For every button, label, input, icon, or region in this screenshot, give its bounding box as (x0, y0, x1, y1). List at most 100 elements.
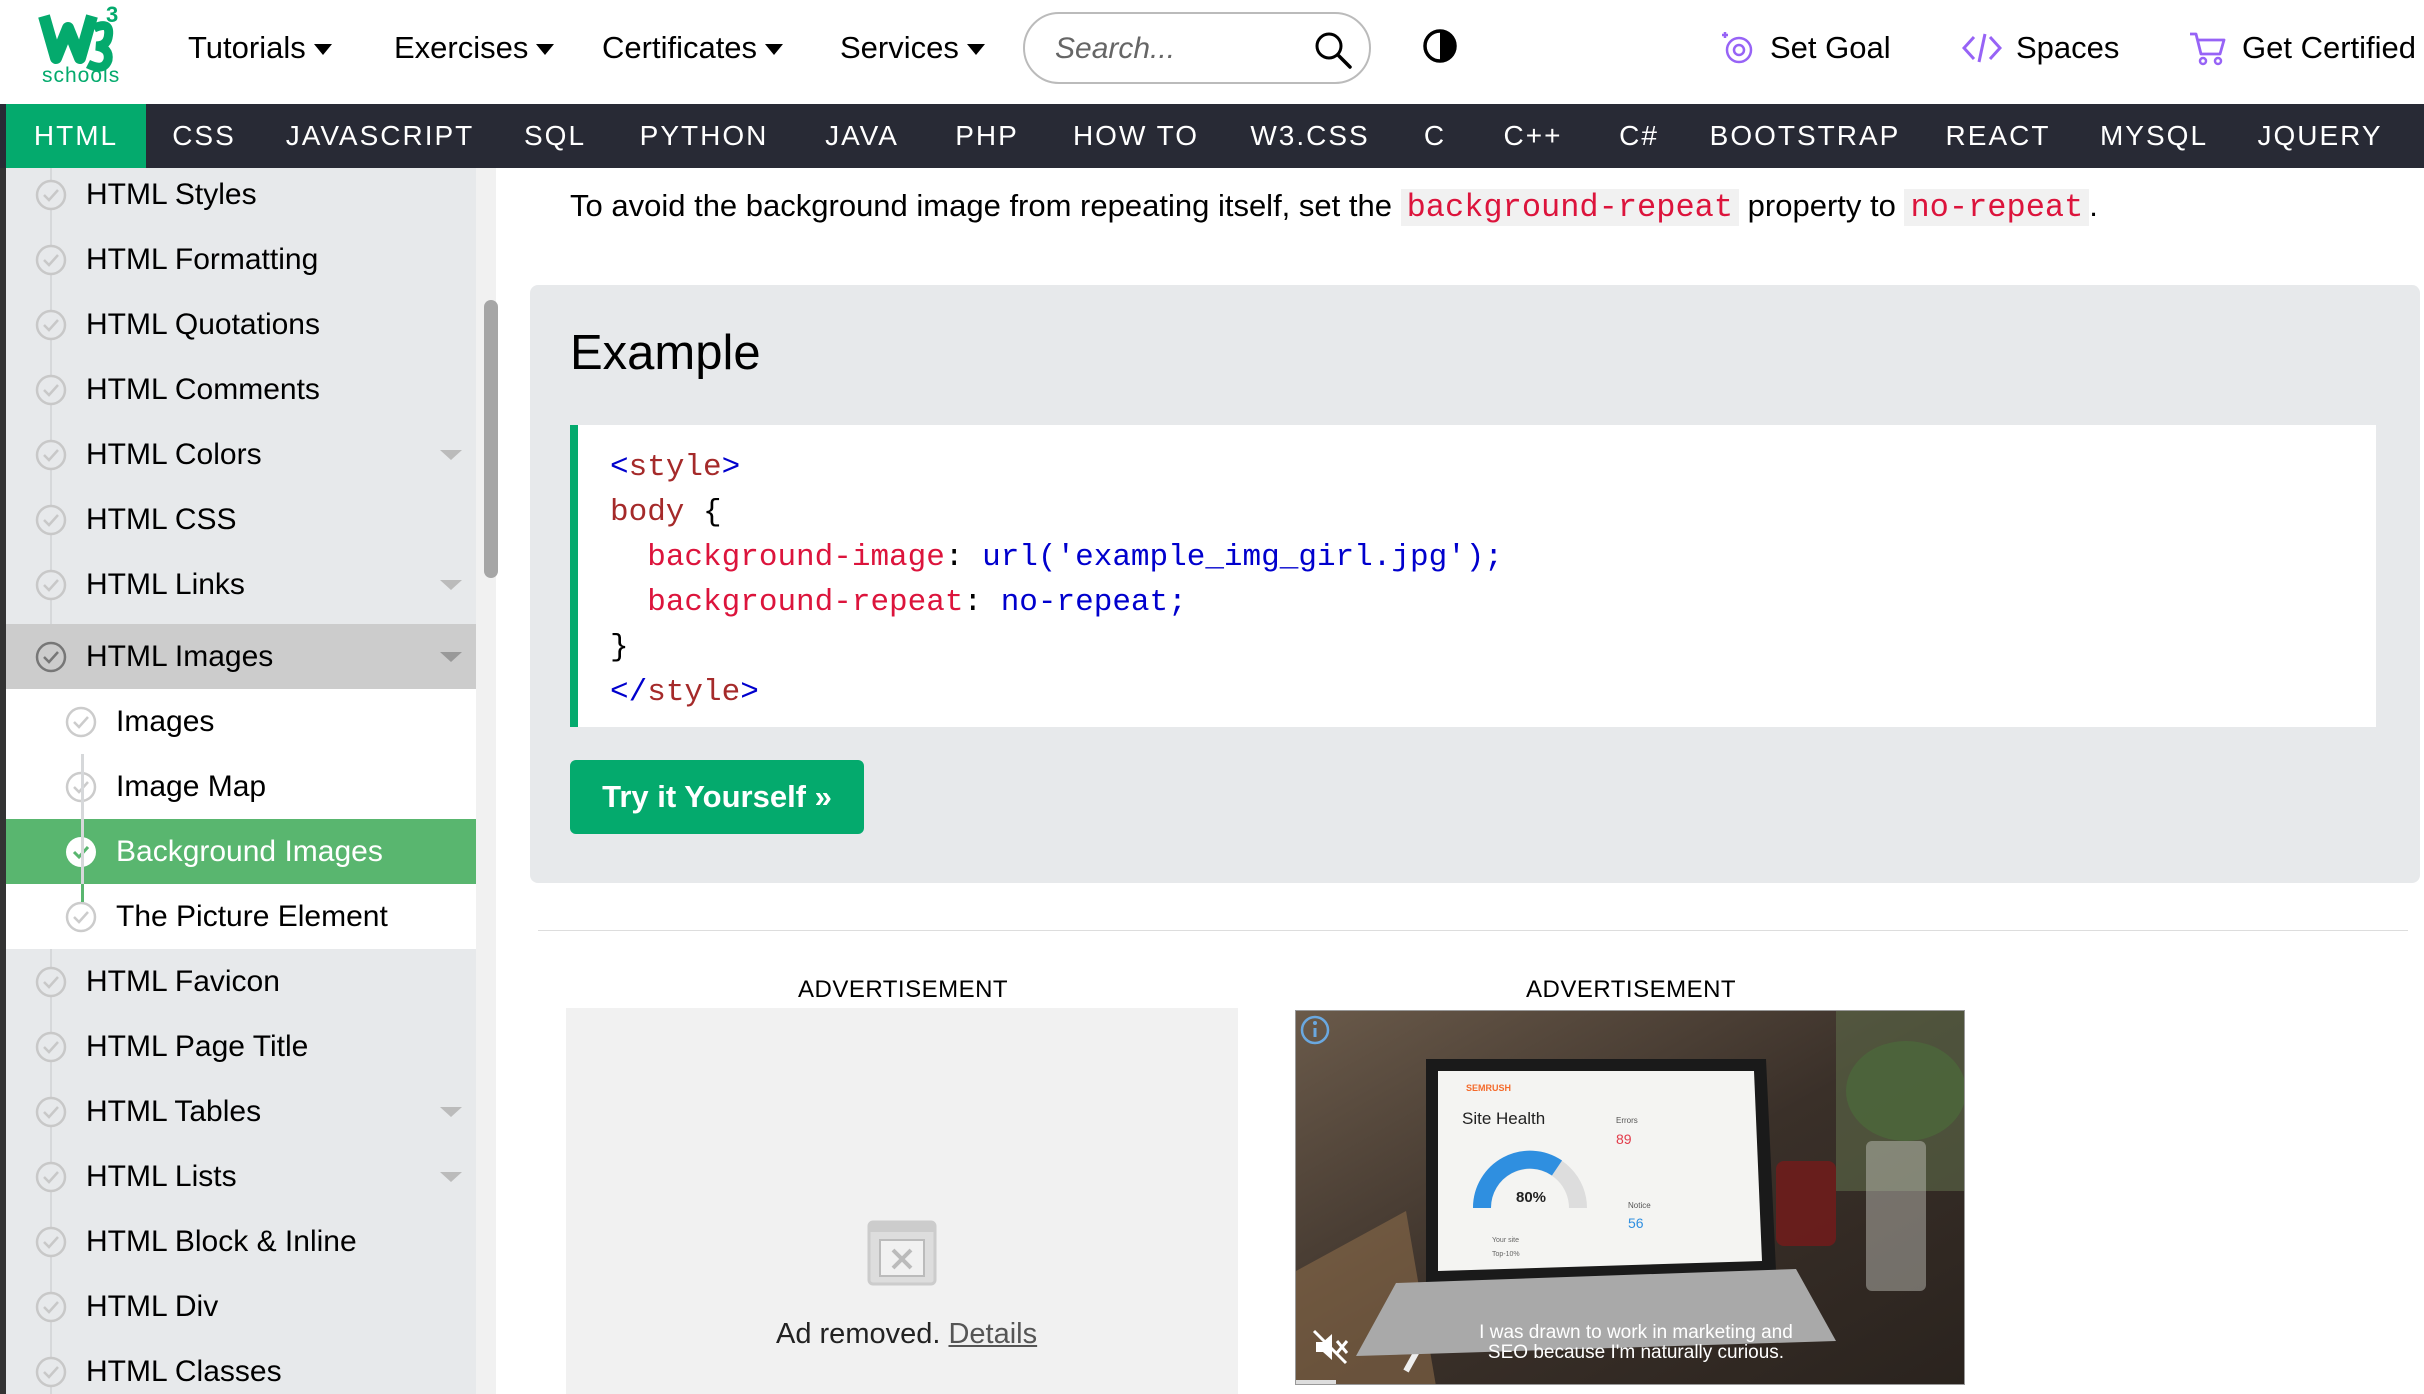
topic-how-to[interactable]: HOW TO (1046, 104, 1226, 168)
expand-arrow-icon[interactable] (440, 1106, 462, 1117)
check-circle-icon (35, 1096, 67, 1127)
expand-arrow-icon[interactable] (440, 1171, 462, 1182)
nav-tutorials-label: Tutorials (188, 30, 306, 65)
topic-php[interactable]: PHP (928, 104, 1046, 168)
topic-css[interactable]: CSS (146, 104, 262, 168)
sidebar-item-label: HTML Links (86, 567, 245, 601)
sidebar-item-label: HTML Comments (86, 372, 320, 406)
logo-text: schools (42, 64, 121, 87)
check-circle-icon (35, 966, 67, 997)
video-brand-label: SEMRUSH (1466, 1083, 1512, 1093)
sidebar-item-html-styles[interactable]: HTML Styles (6, 168, 476, 227)
topic-react[interactable]: REACT (1922, 104, 2074, 168)
sidebar-item-html-block-inline[interactable]: HTML Block & Inline (6, 1209, 476, 1274)
sidebar-item-html-css[interactable]: HTML CSS (6, 487, 476, 552)
mute-icon[interactable] (1310, 1327, 1350, 1367)
w3schools-logo[interactable]: 3 schools (30, 2, 130, 96)
video-legend-your-site: Your site (1492, 1237, 1519, 1244)
sidebar-item-label: The Picture Element (116, 899, 388, 933)
topic-cpp[interactable]: C++ (1476, 104, 1590, 168)
sidebar-item-html-images[interactable]: HTML Images (6, 624, 476, 689)
try-it-yourself-button[interactable]: Try it Yourself » (570, 760, 864, 834)
check-circle-icon (35, 504, 67, 535)
video-errors-label: Errors (1616, 1116, 1638, 1125)
topic-mysql[interactable]: MYSQL (2074, 104, 2234, 168)
topic-javascript[interactable]: JAVASCRIPT (262, 104, 498, 168)
video-progress-bar[interactable] (1296, 1380, 1336, 1384)
nav-certificates-label: Certificates (602, 30, 758, 65)
sidebar-item-label: HTML Page Title (86, 1029, 309, 1063)
code-open-bracket-end: > (721, 450, 741, 485)
sidebar-item-html-tables[interactable]: HTML Tables (6, 1079, 476, 1144)
sidebar-subitem-images[interactable]: Images (6, 689, 476, 754)
sidebar-item-label: HTML Formatting (86, 242, 319, 276)
get-certified-button[interactable]: Get Certified (2188, 0, 2416, 96)
topic-bootstrap[interactable]: BOOTSTRAP (1688, 104, 1922, 168)
target-icon (1722, 32, 1753, 64)
sidebar: HTML Styles HTML Formatting HTML Quotati… (0, 168, 476, 1394)
search-icon[interactable] (1313, 30, 1353, 70)
search-input[interactable] (1055, 28, 1305, 70)
code-value-2: no-repeat; (1000, 585, 1187, 620)
sidebar-item-html-lists[interactable]: HTML Lists (6, 1144, 476, 1209)
ad-details-link[interactable]: Details (948, 1318, 1037, 1350)
sidebar-item-html-comments[interactable]: HTML Comments (6, 357, 476, 422)
sub-progress-line-active (81, 884, 84, 902)
sidebar-item-html-quotations[interactable]: HTML Quotations (6, 292, 476, 357)
check-circle-icon (35, 244, 67, 275)
expand-arrow-icon[interactable] (440, 449, 462, 460)
check-circle-icon (35, 1031, 67, 1062)
check-circle-icon (65, 901, 97, 932)
nav-services[interactable]: Services (840, 0, 985, 96)
spaces-label: Spaces (2016, 30, 2120, 65)
sidebar-scroll-thumb[interactable] (484, 300, 498, 578)
topic-jquery[interactable]: JQUERY (2234, 104, 2406, 168)
topic-w3css[interactable]: W3.CSS (1226, 104, 1394, 168)
sidebar-item-label: HTML Tables (86, 1094, 262, 1128)
check-circle-icon (35, 1356, 67, 1387)
topic-sql[interactable]: SQL (498, 104, 612, 168)
intro-paragraph: To avoid the background image from repea… (570, 188, 2098, 226)
expand-arrow-icon[interactable] (440, 579, 462, 590)
sidebar-subitem-picture-element[interactable]: The Picture Element (6, 884, 476, 949)
sidebar-item-html-div[interactable]: HTML Div (6, 1274, 476, 1339)
video-ad[interactable]: SEMRUSH Site Health 80% Errors 89 Notice… (1295, 1010, 1965, 1385)
topic-java[interactable]: JAVA (796, 104, 928, 168)
topic-bar: HTML CSS JAVASCRIPT SQL PYTHON JAVA PHP … (0, 104, 2424, 168)
info-icon[interactable] (1298, 1013, 1332, 1047)
sidebar-item-label: HTML Div (86, 1289, 219, 1323)
get-certified-label: Get Certified (2242, 30, 2417, 65)
search-box[interactable] (1023, 12, 1371, 84)
sidebar-item-html-links[interactable]: HTML Links (6, 552, 476, 617)
caret-down-icon (966, 43, 985, 55)
code-close-bracket-end: > (740, 675, 759, 710)
nav-exercises[interactable]: Exercises (394, 0, 555, 96)
nav-tutorials[interactable]: Tutorials (188, 0, 332, 96)
collapse-arrow-icon[interactable] (440, 651, 462, 662)
sidebar-subitem-background-images[interactable]: Background Images (6, 819, 476, 884)
check-circle-icon (35, 179, 67, 210)
sidebar-item-html-favicon[interactable]: HTML Favicon (6, 949, 476, 1014)
nav-services-label: Services (840, 30, 959, 65)
sidebar-item-html-colors[interactable]: HTML Colors (6, 422, 476, 487)
sidebar-item-html-page-title[interactable]: HTML Page Title (6, 1014, 476, 1079)
topic-python[interactable]: PYTHON (612, 104, 796, 168)
code-open-bracket: < (610, 450, 629, 485)
dark-mode-toggle-icon[interactable] (1422, 28, 1458, 64)
nav-certificates[interactable]: Certificates (602, 0, 784, 96)
ad-label-left: ADVERTISEMENT (798, 976, 1009, 1003)
topic-c[interactable]: C (1394, 104, 1476, 168)
sidebar-item-html-classes[interactable]: HTML Classes (6, 1339, 476, 1394)
ad-removed-text: Ad removed. Details (776, 1318, 1037, 1351)
spaces-button[interactable]: Spaces (1962, 0, 2119, 96)
sidebar-item-label: Image Map (116, 769, 267, 803)
topic-csharp[interactable]: C# (1590, 104, 1688, 168)
sidebar-item-label: HTML Images (86, 639, 274, 673)
sidebar-item-label: HTML Block & Inline (86, 1224, 357, 1258)
video-notice-value: 56 (1628, 1215, 1644, 1231)
sidebar-item-html-formatting[interactable]: HTML Formatting (6, 227, 476, 292)
set-goal-button[interactable]: Set Goal (1718, 0, 1891, 96)
sidebar-subitem-image-map[interactable]: Image Map (6, 754, 476, 819)
topic-html[interactable]: HTML (6, 104, 146, 168)
code-close-tag: style (647, 675, 741, 710)
